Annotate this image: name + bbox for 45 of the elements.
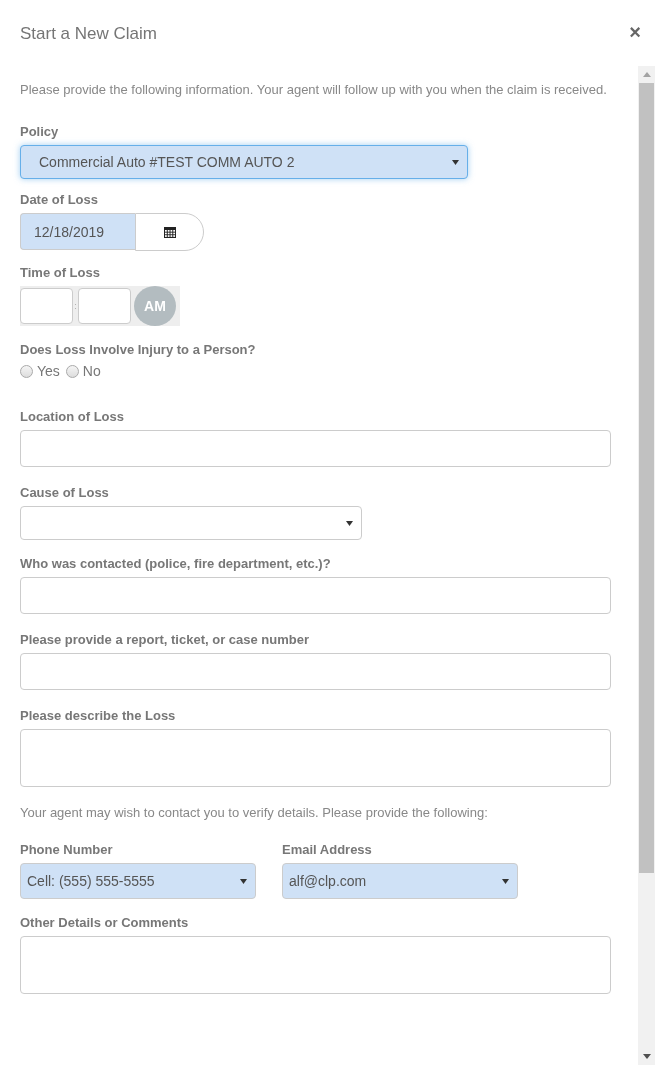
radio-button[interactable] [20, 364, 33, 378]
field-label: Policy [20, 124, 60, 139]
minute-field[interactable] [78, 288, 131, 324]
select-field[interactable]: Cell: (555) 555-5555 [20, 863, 256, 899]
field-label: Please describe the Loss [20, 708, 177, 723]
contact-note: Your agent may wish to contact you to verify details. Please provide the following: [20, 805, 489, 820]
field-label: Who was contacted (police, fire department, etc.)? [20, 556, 332, 571]
dialog-title: Start a New Claim [20, 24, 157, 44]
field-label: Time of Loss [20, 265, 101, 280]
radio-option[interactable]: Yes [20, 363, 60, 379]
scroll-down-icon[interactable] [642, 1054, 651, 1059]
select-field[interactable] [20, 506, 362, 540]
scrollbar-thumb[interactable] [639, 83, 654, 873]
caret-icon [346, 520, 353, 526]
field-label: Does Loss Involve Injury to a Person? [20, 342, 257, 357]
field-label: Please provide a report, ticket, or case number [20, 632, 310, 647]
scroll-up-icon[interactable] [642, 72, 651, 77]
field-label: Other Details or Comments [20, 915, 190, 930]
time-separator: : [73, 301, 78, 311]
text-field[interactable] [20, 577, 611, 614]
text-area[interactable] [20, 936, 611, 994]
field-label: Cause of Loss [20, 485, 110, 500]
caret-icon [502, 878, 509, 884]
date-field[interactable]: 12/18/2019 [20, 213, 135, 250]
field-label: Phone Number [20, 842, 114, 857]
text-field[interactable] [20, 653, 611, 690]
close-button[interactable]: × [629, 22, 641, 42]
text-area[interactable] [20, 729, 611, 787]
select-field[interactable]: alf@clp.com [282, 863, 518, 899]
option-label: No [82, 363, 101, 379]
hour-field[interactable] [20, 288, 73, 324]
field-label: Date of Loss [20, 192, 99, 207]
radio-button[interactable] [65, 364, 79, 378]
text-field[interactable] [20, 430, 611, 467]
scrollbar[interactable] [638, 66, 655, 1065]
field-label: Email Address [282, 842, 373, 857]
select-field[interactable]: Commercial Auto #TEST COMM AUTO 2 [20, 145, 468, 179]
caret-icon [240, 878, 247, 884]
radio-option[interactable]: No [65, 363, 101, 379]
intro-text: Please provide the following information. Your agent will follow up with you when the claim is received. [20, 81, 608, 99]
option-label: Yes [37, 363, 60, 379]
caret-icon [452, 159, 459, 165]
calendar-button[interactable] [135, 213, 204, 251]
calendar-icon [163, 226, 176, 238]
field-label: Location of Loss [20, 409, 125, 424]
